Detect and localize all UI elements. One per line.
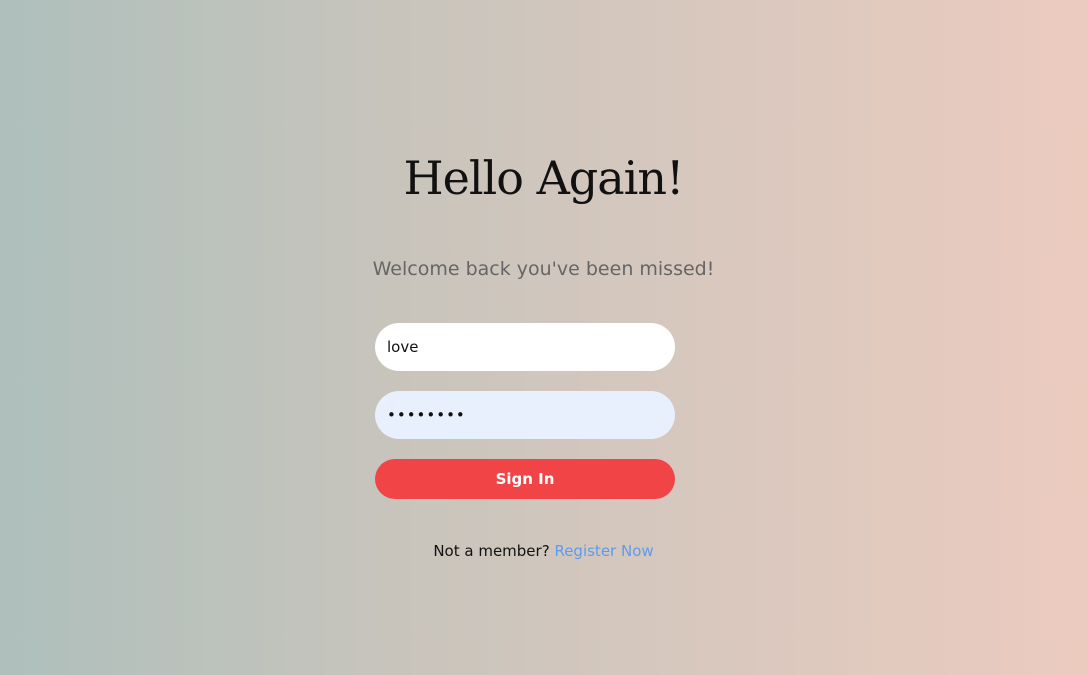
username-input[interactable] <box>375 323 675 371</box>
page-subtitle: Welcome back you've been missed! <box>372 258 715 280</box>
page-title: Hello Again! <box>403 151 685 205</box>
register-prompt: Not a member? Register Now <box>0 541 1087 561</box>
register-prompt-text: Not a member? <box>433 542 550 560</box>
sign-in-button[interactable]: Sign In <box>375 459 675 499</box>
password-input[interactable] <box>375 391 675 439</box>
login-page: Hello Again! Welcome back you've been mi… <box>0 0 1087 675</box>
register-now-link[interactable]: Register Now <box>554 542 653 560</box>
